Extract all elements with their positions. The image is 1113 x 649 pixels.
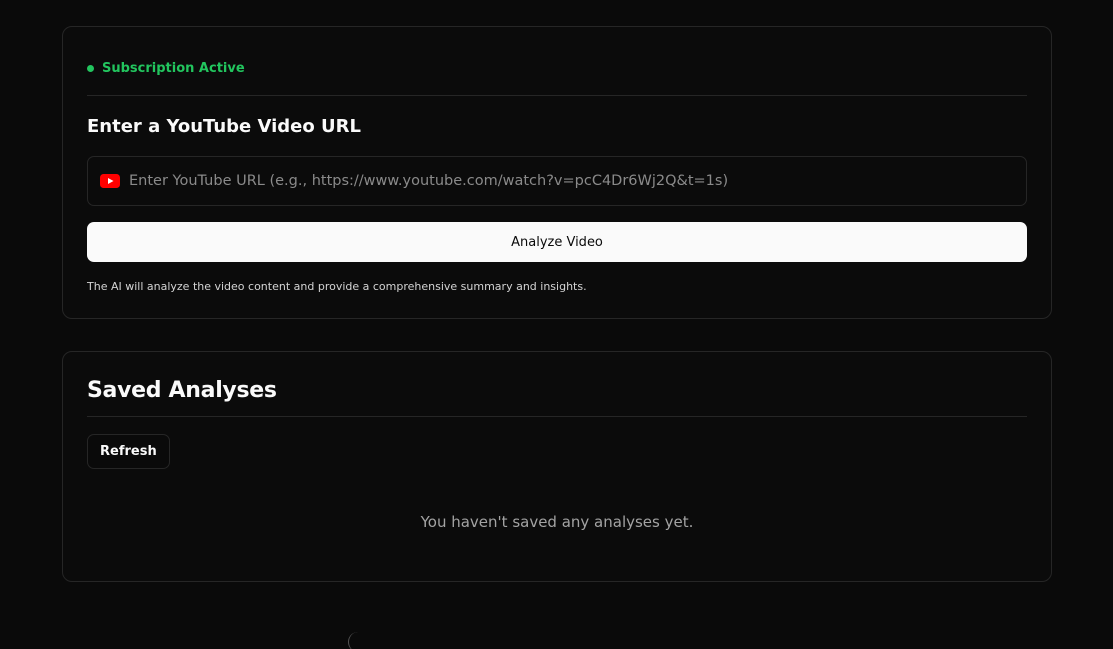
section-divider [87, 95, 1027, 96]
subscription-status-label: Subscription Active [102, 61, 245, 76]
subscription-status: Subscription Active [87, 61, 245, 76]
url-section-title: Enter a YouTube Video URL [87, 116, 361, 137]
saved-analyses-title: Saved Analyses [87, 378, 277, 403]
saved-analyses-card: Saved Analyses Refresh You haven't saved… [62, 351, 1052, 582]
analyze-video-button[interactable]: Analyze Video [87, 222, 1027, 262]
analyze-card: Subscription Active Enter a YouTube Vide… [62, 26, 1052, 319]
url-input-wrapper[interactable] [87, 156, 1027, 206]
youtube-url-input[interactable] [129, 173, 1026, 189]
status-dot-icon [87, 65, 94, 72]
youtube-icon [100, 174, 120, 188]
analyze-helper-text: The AI will analyze the video content an… [87, 280, 587, 293]
loading-spinner-icon [348, 632, 368, 649]
app-page: Subscription Active Enter a YouTube Vide… [0, 0, 1113, 649]
empty-state-message: You haven't saved any analyses yet. [420, 513, 694, 531]
refresh-button[interactable]: Refresh [87, 434, 170, 469]
section-divider [87, 416, 1027, 417]
